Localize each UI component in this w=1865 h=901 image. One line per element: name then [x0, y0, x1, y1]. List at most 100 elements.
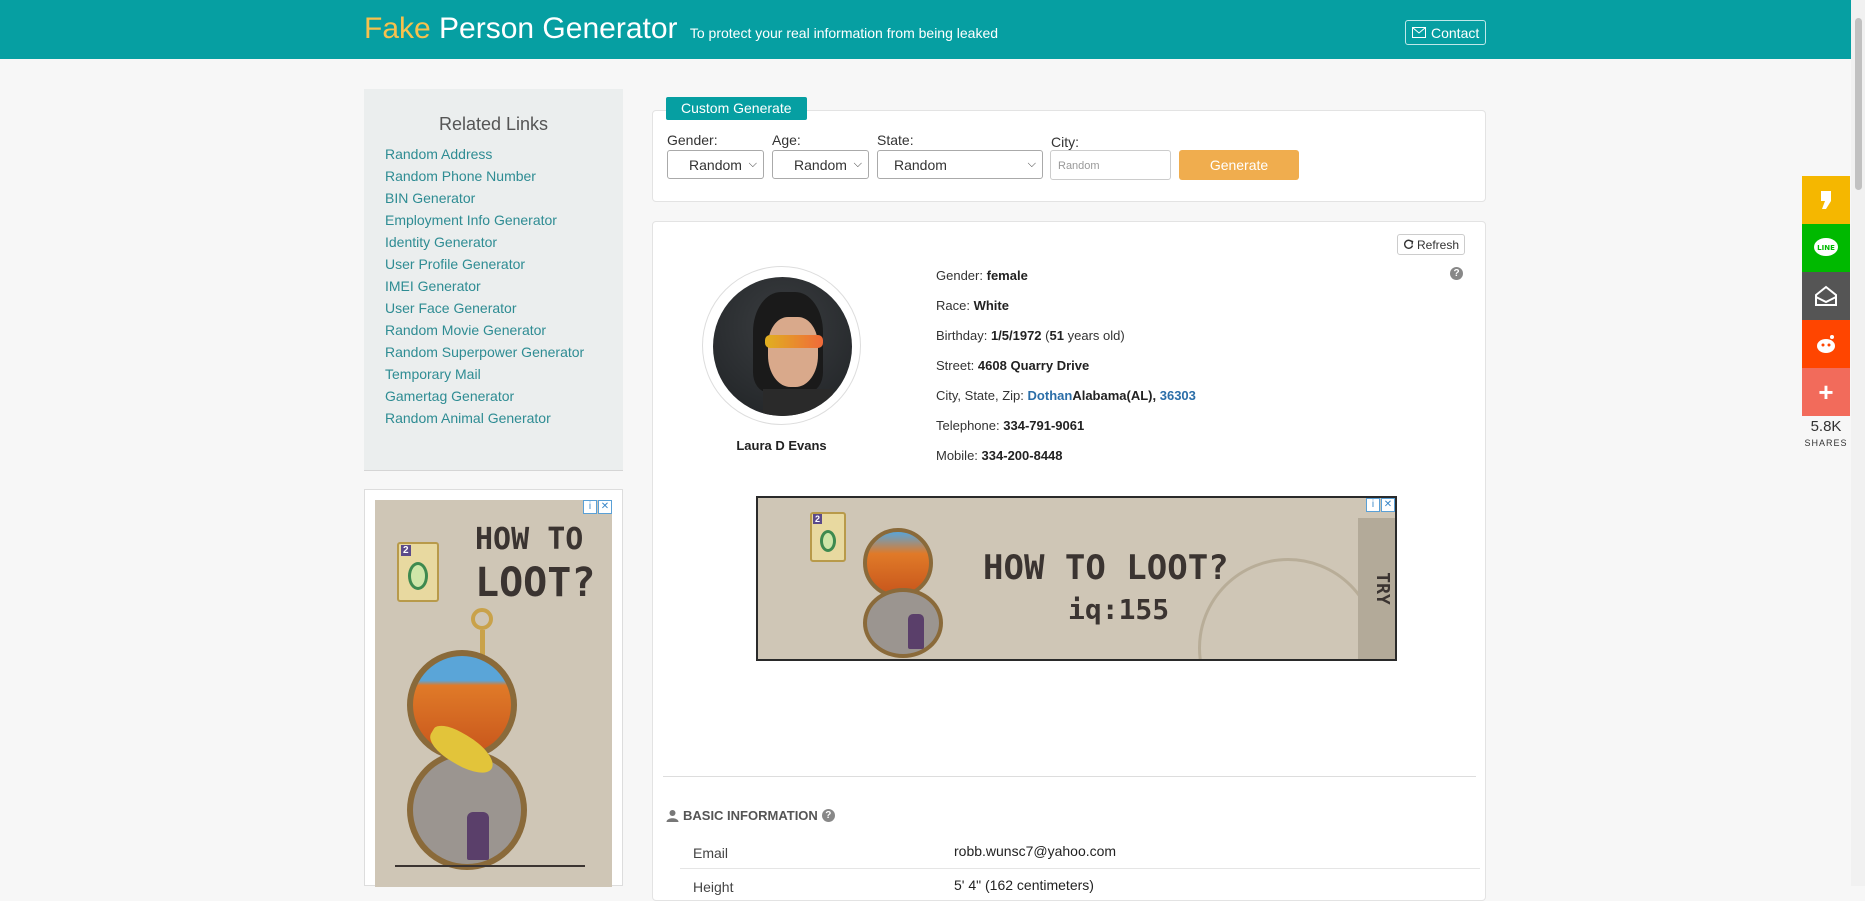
sidebar-ad-image[interactable]: 2 HOW TO LOOT? i ✕ — [375, 500, 612, 887]
share-line-button[interactable]: LINE — [1802, 224, 1850, 272]
page-scrollbar[interactable] — [1851, 0, 1865, 886]
street-label: Street: — [936, 358, 975, 373]
gender-label: Gender: — [667, 132, 718, 148]
zip-link[interactable]: 36303 — [1160, 388, 1196, 403]
city-state-zip-row: City, State, Zip: DothanAlabama(AL), 363… — [936, 388, 1196, 403]
plus-icon: + — [1818, 376, 1834, 407]
quote-icon — [1821, 191, 1831, 209]
mobile-value: 334-200-8448 — [981, 448, 1063, 463]
related-link[interactable]: User Profile Generator — [385, 253, 623, 275]
race-label: Race: — [936, 298, 970, 313]
ad-subheadline: iq:155 — [1068, 593, 1170, 626]
chevron-down-icon: ⌵ — [748, 158, 757, 170]
related-link[interactable]: User Face Generator — [385, 297, 623, 319]
age-suffix: years old) — [1067, 328, 1125, 343]
city-state-zip-label: City, State, Zip: — [936, 388, 1024, 403]
age-select-value: Random — [794, 156, 847, 173]
related-link[interactable]: Random Phone Number — [385, 165, 623, 187]
city-input[interactable]: Random — [1050, 150, 1171, 180]
related-link[interactable]: Employment Info Generator — [385, 209, 623, 231]
related-link[interactable]: Random Superpower Generator — [385, 341, 623, 363]
telephone-row: Telephone: 334-791-9061 — [936, 418, 1084, 433]
share-quote-button[interactable] — [1802, 176, 1850, 224]
share-inbox-button[interactable] — [1802, 272, 1850, 320]
state-select[interactable]: Random ⌵ — [877, 150, 1043, 179]
brand-tagline: To protect your real information from be… — [689, 25, 999, 41]
city-link[interactable]: Dothan — [1028, 388, 1073, 403]
generate-button[interactable]: Generate — [1179, 150, 1299, 180]
ad-headline-1: HOW TO — [475, 522, 584, 557]
birthday-row: Birthday: 1/5/1972 (51 years old) — [936, 328, 1125, 343]
ad-card-number: 2 — [813, 514, 823, 524]
ad-choices[interactable]: i ✕ — [583, 500, 612, 514]
share-more-button[interactable]: + — [1802, 368, 1850, 416]
brand-fake: Fake — [364, 12, 431, 45]
email-label: Email — [693, 845, 729, 861]
row-divider — [680, 868, 1480, 869]
height-label: Height — [693, 879, 734, 895]
chevron-down-icon: ⌵ — [1027, 158, 1036, 170]
ad-headline-2: LOOT? — [475, 560, 596, 606]
ad-info-icon[interactable]: i — [583, 500, 597, 514]
top-navbar: Fake Person Generator To protect your re… — [0, 0, 1865, 59]
related-link[interactable]: Random Address — [385, 143, 623, 165]
user-icon — [666, 810, 679, 822]
ad-hero-figure — [467, 812, 489, 860]
gender-row-label: Gender: — [936, 268, 983, 283]
related-link[interactable]: Identity Generator — [385, 231, 623, 253]
banner-ad[interactable]: 2 HOW TO LOOT? iq:155 TRY i ✕ — [756, 496, 1397, 661]
basic-info-title: BASIC INFORMATION — [683, 808, 818, 823]
site-logo[interactable]: Fake Person Generator To protect your re… — [364, 12, 998, 46]
gender-value: female — [986, 268, 1028, 283]
age-select[interactable]: Random ⌵ — [772, 150, 869, 179]
related-link[interactable]: Temporary Mail — [385, 363, 623, 385]
gender-select-value: Random — [689, 156, 742, 173]
ad-headline: HOW TO LOOT? — [983, 548, 1229, 588]
city-label: City: — [1051, 134, 1079, 150]
telephone-label: Telephone: — [936, 418, 1000, 433]
ad-try-label: TRY — [1371, 572, 1393, 605]
share-reddit-button[interactable] — [1802, 320, 1850, 368]
race-row: Race: White — [936, 298, 1009, 313]
envelope-icon — [1412, 27, 1426, 38]
section-divider — [663, 776, 1476, 777]
related-links-title: Related Links — [438, 114, 549, 134]
height-value: 5' 4" (162 centimeters) — [954, 877, 1094, 893]
ad-info-icon[interactable]: i — [1366, 498, 1380, 512]
contact-button[interactable]: Contact — [1405, 20, 1487, 45]
inbox-icon — [1815, 285, 1837, 306]
related-link[interactable]: Random Movie Generator — [385, 319, 623, 341]
related-links-panel: Related Links Random Address Random Phon… — [364, 89, 623, 471]
chevron-down-icon: ⌵ — [853, 158, 862, 170]
share-count: 5.8K — [1810, 418, 1842, 435]
custom-generate-tab[interactable]: Custom Generate — [666, 97, 807, 120]
related-link[interactable]: IMEI Generator — [385, 275, 623, 297]
svg-text:LINE: LINE — [1817, 244, 1835, 252]
gender-select[interactable]: Random ⌵ — [667, 150, 764, 179]
mobile-row: Mobile: 334-200-8448 — [936, 448, 1063, 463]
ad-close-icon[interactable]: ✕ — [598, 500, 612, 514]
ad-close-icon[interactable]: ✕ — [1381, 498, 1395, 512]
refresh-button[interactable]: Refresh — [1397, 234, 1466, 255]
mobile-label: Mobile: — [936, 448, 978, 463]
related-link[interactable]: Random Animal Generator — [385, 407, 623, 429]
ad-try-tab[interactable]: TRY — [1358, 518, 1395, 659]
ad-card-icon: 2 — [810, 512, 846, 562]
email-value: robb.wunsc7@yahoo.com — [954, 843, 1117, 859]
age-value: 51 — [1049, 328, 1064, 343]
line-icon: LINE — [1814, 238, 1838, 256]
question-circle-icon[interactable]: ? — [1450, 267, 1463, 280]
person-name: Laura D Evans — [736, 438, 827, 453]
ad-choices[interactable]: i ✕ — [1366, 498, 1395, 512]
related-link[interactable]: BIN Generator — [385, 187, 623, 209]
state-value: Alabama(AL), — [1072, 388, 1157, 403]
scrollbar-thumb[interactable] — [1855, 18, 1862, 190]
birthday-value: 1/5/1972 — [990, 328, 1042, 343]
sidebar-ad[interactable]: 2 HOW TO LOOT? i ✕ — [364, 489, 623, 887]
avatar — [713, 277, 852, 416]
street-row: Street: 4608 Quarry Drive — [936, 358, 1089, 373]
gender-row: Gender: female — [936, 268, 1028, 283]
related-link[interactable]: Gamertag Generator — [385, 385, 623, 407]
reddit-icon — [1817, 335, 1835, 353]
question-circle-icon[interactable]: ? — [821, 809, 835, 822]
